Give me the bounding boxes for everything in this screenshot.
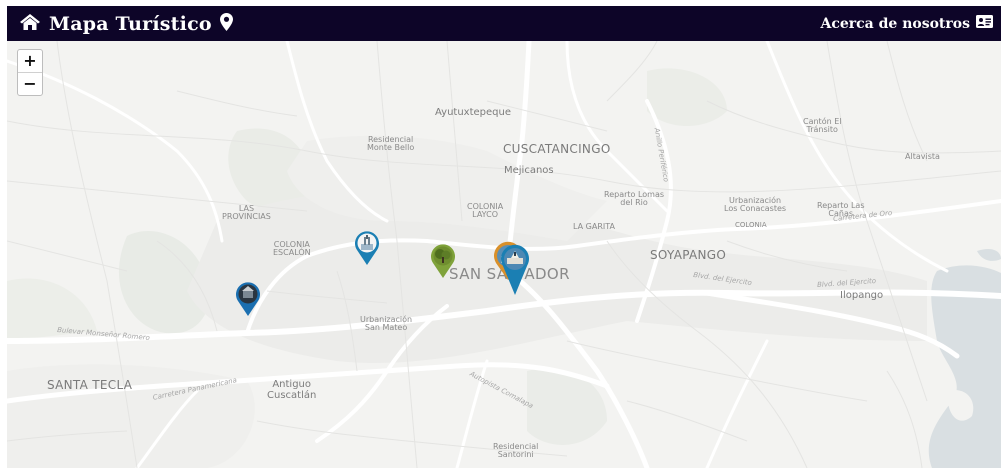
about-label[interactable]: Acerca de nosotros xyxy=(820,16,970,32)
label-cuscatancingo: CUSCATANCINGO xyxy=(503,142,611,156)
label-line: Tránsito xyxy=(806,125,838,135)
home-icon[interactable] xyxy=(19,13,41,35)
label-las-provincias: LAS PROVINCIAS xyxy=(222,204,271,222)
label-colonia-small: COLONIA xyxy=(735,221,767,229)
label-line: Cuscatlán xyxy=(267,389,317,401)
map-pin-icon xyxy=(219,12,233,35)
marker-cathedral-b[interactable] xyxy=(500,244,530,300)
label-line: Monte Bello xyxy=(367,143,415,153)
label-line: LAYCO xyxy=(472,210,498,220)
label-line: ESCALÓN xyxy=(273,248,311,258)
marker-west[interactable] xyxy=(235,281,261,321)
id-card-icon xyxy=(976,15,993,32)
label-urbanizacion-san-mateo: Urbanización San Mateo xyxy=(360,315,412,333)
label-residencial-monte-bello: Residencial Monte Bello xyxy=(367,135,415,153)
label-ilopango: Ilopango xyxy=(840,290,884,301)
label-la-garita: LA GARITA xyxy=(573,222,615,231)
label-reparto-lomas-del-rio: Reparto Lomas del Rio xyxy=(604,190,664,208)
label-line: San Mateo xyxy=(364,323,408,333)
label-antiguo-cuscatlan: Antiguo Cuscatlán xyxy=(267,379,317,401)
label-residencial-santorini: Residencial Santorini xyxy=(493,442,538,460)
marker-park[interactable] xyxy=(430,243,456,283)
label-soyapango: SOYAPANGO xyxy=(650,248,727,262)
top-navbar: Mapa Turístico Acerca de nosotros xyxy=(7,6,1001,41)
label-ayutuxtepeque: Ayutuxtepeque xyxy=(435,107,512,118)
label-line: Los Conacastes xyxy=(724,204,787,214)
map-area[interactable]: Ayutuxtepeque Residencial Monte Bello CU… xyxy=(7,41,1001,468)
about-link[interactable]: Acerca de nosotros xyxy=(820,15,993,32)
label-urbanizacion-los-conacastes: Urbanización Los Conacastes xyxy=(724,196,787,214)
label-line: PROVINCIAS xyxy=(222,212,271,222)
zoom-out-button[interactable]: − xyxy=(18,72,42,95)
label-mejicanos: Mejicanos xyxy=(504,165,554,176)
zoom-in-button[interactable]: + xyxy=(18,50,42,72)
app-title[interactable]: Mapa Turístico xyxy=(49,13,212,35)
label-line: Antiguo xyxy=(272,379,311,390)
label-colonia-escalon: COLONIA ESCALÓN xyxy=(273,240,311,258)
label-altavista: Altavista xyxy=(905,152,940,161)
label-line: del Rio xyxy=(620,198,648,208)
label-santa-tecla: SANTA TECLA xyxy=(47,378,133,392)
brand[interactable]: Mapa Turístico xyxy=(19,12,233,35)
label-line: Santorini xyxy=(497,450,534,460)
label-colonia-layco: COLONIA LAYCO xyxy=(467,202,503,220)
zoom-control: + − xyxy=(17,49,43,96)
label-canton-el-transito: Cantón El Tránsito xyxy=(803,117,841,135)
marker-monument[interactable] xyxy=(354,230,380,270)
